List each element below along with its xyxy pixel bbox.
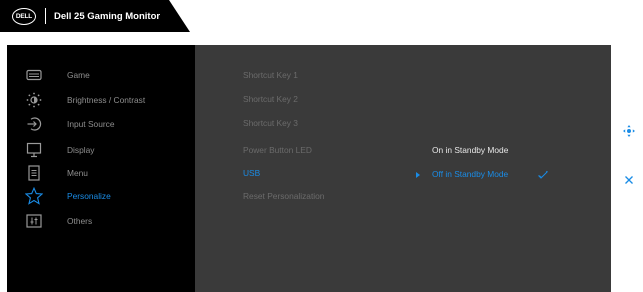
- selection-arrow-icon: [416, 172, 420, 178]
- navigation-joystick-icon[interactable]: [623, 124, 635, 142]
- submenu-panel: Shortcut Key 1 Shortcut Key 2 Shortcut K…: [195, 45, 611, 292]
- close-icon[interactable]: [624, 172, 634, 190]
- menu-item-input-source[interactable]: Input Source: [7, 113, 195, 135]
- submenu-item-shortcut-key-2[interactable]: Shortcut Key 2: [243, 94, 298, 104]
- menu-item-menu[interactable]: Menu: [7, 162, 195, 184]
- header-divider: [45, 8, 46, 24]
- menu-item-label: Menu: [67, 168, 88, 178]
- others-icon: [25, 212, 43, 230]
- gamepad-icon: [25, 66, 43, 84]
- menu-item-personalize[interactable]: Personalize: [7, 185, 195, 207]
- menu-item-display[interactable]: Display: [7, 139, 195, 161]
- main-menu: Game Brightness / Contrast Input Source …: [7, 45, 195, 292]
- dell-logo: DELL: [12, 7, 36, 25]
- menu-item-label: Brightness / Contrast: [67, 95, 146, 105]
- monitor-title: Dell 25 Gaming Monitor: [54, 10, 161, 22]
- submenu-item-power-button-led[interactable]: Power Button LED: [243, 145, 312, 155]
- star-icon: [25, 187, 43, 205]
- submenu-item-shortcut-key-1[interactable]: Shortcut Key 1: [243, 70, 298, 80]
- brightness-icon: [25, 91, 43, 109]
- menu-item-label: Others: [67, 216, 93, 226]
- input-source-icon: [25, 115, 43, 133]
- menu-item-label: Input Source: [67, 119, 115, 129]
- option-on-in-standby[interactable]: On in Standby Mode: [432, 145, 508, 155]
- menu-item-others[interactable]: Others: [7, 210, 195, 232]
- menu-item-label: Personalize: [67, 191, 111, 201]
- menu-item-label: Display: [67, 145, 95, 155]
- submenu-item-usb[interactable]: USB: [243, 168, 260, 178]
- logo-text: DELL: [15, 12, 33, 20]
- osd-panel: Game Brightness / Contrast Input Source …: [7, 45, 611, 292]
- menu-item-game[interactable]: Game: [7, 64, 195, 86]
- option-off-in-standby[interactable]: Off in Standby Mode: [432, 169, 508, 179]
- selected-check-icon: [537, 167, 549, 185]
- display-icon: [25, 141, 43, 159]
- submenu-item-shortcut-key-3[interactable]: Shortcut Key 3: [243, 118, 298, 128]
- menu-item-label: Game: [67, 70, 90, 80]
- header-bar: DELL Dell 25 Gaming Monitor: [0, 0, 190, 32]
- submenu-item-reset-personalization[interactable]: Reset Personalization: [243, 191, 324, 201]
- menu-item-brightness-contrast[interactable]: Brightness / Contrast: [7, 89, 195, 111]
- menu-icon: [25, 164, 43, 182]
